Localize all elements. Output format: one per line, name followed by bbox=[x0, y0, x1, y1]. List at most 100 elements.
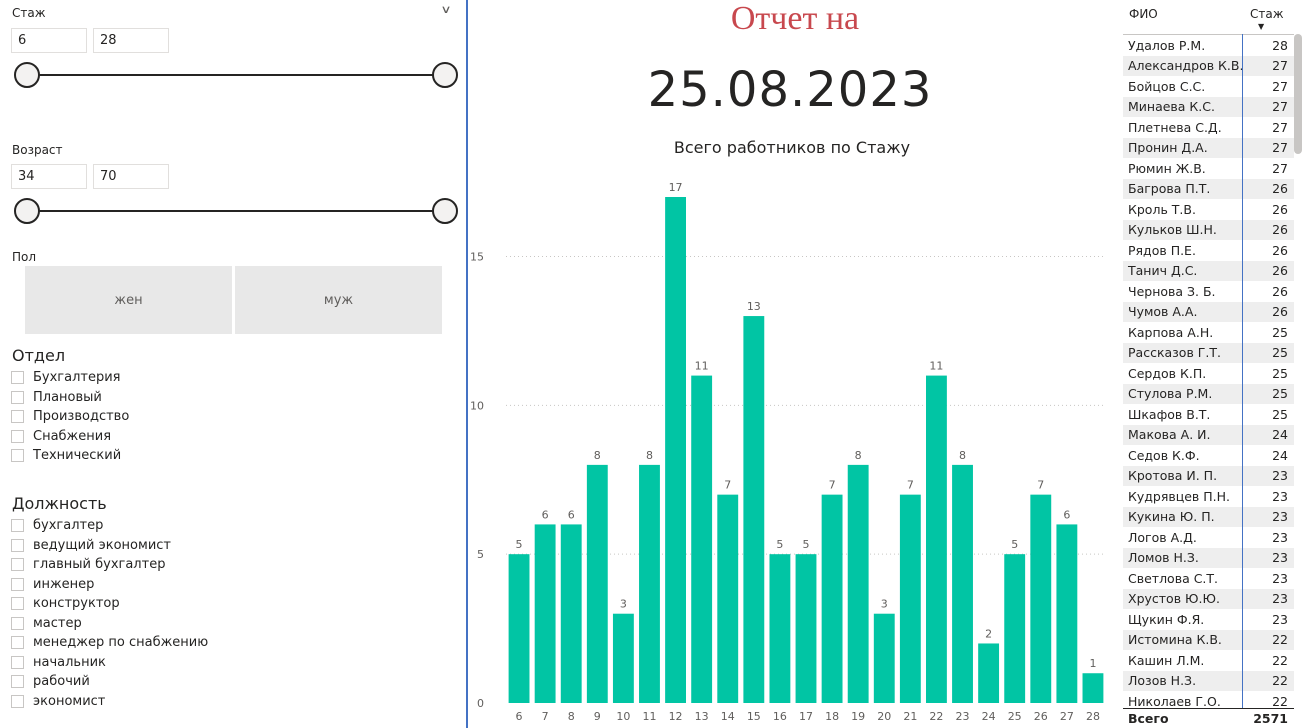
otdel-item[interactable]: Производство bbox=[11, 407, 129, 427]
table-row[interactable]: Пронин Д.А. 27 bbox=[1123, 137, 1294, 158]
checkbox[interactable] bbox=[11, 694, 24, 708]
vozrast-min-input[interactable]: 34 bbox=[11, 164, 87, 189]
bar[interactable] bbox=[978, 643, 1000, 703]
dolzhnost-item[interactable]: ведущий экономист bbox=[11, 536, 208, 556]
table-row[interactable]: Чернова З. Б. 26 bbox=[1123, 281, 1294, 302]
table-row[interactable]: Седов К.Ф. 24 bbox=[1123, 445, 1294, 466]
table-row[interactable]: Макова А. И. 24 bbox=[1123, 424, 1294, 445]
vozrast-slider-track[interactable] bbox=[26, 210, 446, 212]
dolzhnost-item[interactable]: мастер bbox=[11, 614, 208, 634]
bar[interactable] bbox=[1004, 554, 1026, 703]
dolzhnost-item[interactable]: рабочий bbox=[11, 672, 208, 692]
checkbox[interactable] bbox=[11, 410, 24, 424]
table-row[interactable]: Кашин Л.М. 22 bbox=[1123, 650, 1294, 671]
checkbox[interactable] bbox=[11, 371, 24, 385]
checkbox[interactable] bbox=[11, 449, 24, 463]
bar[interactable] bbox=[508, 554, 530, 703]
table-row[interactable]: Стулова Р.М. 25 bbox=[1123, 383, 1294, 404]
table-row[interactable]: Удалов Р.М. 28 bbox=[1123, 35, 1294, 56]
bar[interactable] bbox=[691, 375, 713, 703]
bar[interactable] bbox=[639, 464, 660, 703]
bar[interactable] bbox=[586, 464, 608, 703]
bar[interactable] bbox=[952, 464, 973, 703]
bar[interactable] bbox=[612, 613, 634, 703]
bar[interactable] bbox=[1030, 494, 1052, 703]
bar[interactable] bbox=[821, 494, 843, 703]
checkbox[interactable] bbox=[11, 616, 24, 630]
table-row[interactable]: Сердов К.П. 25 bbox=[1123, 363, 1294, 384]
table-row[interactable]: Танич Д.С. 26 bbox=[1123, 260, 1294, 281]
table-row[interactable]: Кротова И. П. 23 bbox=[1123, 465, 1294, 486]
bar[interactable] bbox=[795, 554, 817, 703]
table-row[interactable]: Кроль Т.В. 26 bbox=[1123, 199, 1294, 220]
table-row[interactable]: Бойцов С.С. 27 bbox=[1123, 76, 1294, 97]
bar[interactable] bbox=[847, 464, 869, 703]
table-row[interactable]: Щукин Ф.Я. 23 bbox=[1123, 609, 1294, 630]
table-row[interactable]: Рассказов Г.Т. 25 bbox=[1123, 342, 1294, 363]
table-row[interactable]: Чумов А.А. 26 bbox=[1123, 301, 1294, 322]
pol-tile-female[interactable]: жен bbox=[25, 266, 232, 334]
bar[interactable] bbox=[717, 494, 739, 703]
pol-tile-male[interactable]: муж bbox=[235, 266, 442, 334]
dolzhnost-item[interactable]: начальник bbox=[11, 653, 208, 673]
table-row[interactable]: Карпова А.Н. 25 bbox=[1123, 322, 1294, 343]
checkbox[interactable] bbox=[11, 538, 24, 552]
table-row[interactable]: Александров К.В. 27 bbox=[1123, 55, 1294, 76]
checkbox[interactable] bbox=[11, 519, 24, 533]
dolzhnost-item[interactable]: главный бухгалтер bbox=[11, 555, 208, 575]
dolzhnost-item[interactable]: инженер bbox=[11, 575, 208, 595]
bar[interactable] bbox=[899, 494, 921, 703]
checkbox[interactable] bbox=[11, 675, 24, 689]
bar[interactable] bbox=[769, 554, 791, 703]
table-row[interactable]: Логов А.Д. 23 bbox=[1123, 527, 1294, 548]
checkbox[interactable] bbox=[11, 558, 24, 572]
checkbox[interactable] bbox=[11, 577, 24, 591]
table-row[interactable]: Рядов П.Е. 26 bbox=[1123, 240, 1294, 261]
checkbox[interactable] bbox=[11, 655, 24, 669]
table-row[interactable]: Истомина К.В. 22 bbox=[1123, 629, 1294, 650]
stazh-max-input[interactable]: 28 bbox=[93, 28, 169, 53]
bar[interactable] bbox=[926, 375, 947, 703]
dolzhnost-item[interactable]: конструктор bbox=[11, 594, 208, 614]
table-row[interactable]: Кульков Ш.Н. 26 bbox=[1123, 219, 1294, 240]
bar[interactable] bbox=[534, 524, 556, 703]
table-row[interactable]: Хрустов Ю.Ю. 23 bbox=[1123, 588, 1294, 609]
stazh-slider-max-handle[interactable] bbox=[432, 62, 458, 88]
checkbox[interactable] bbox=[11, 429, 24, 443]
sort-descending-icon[interactable]: ▼ bbox=[1258, 22, 1264, 31]
stazh-slider-track[interactable] bbox=[26, 74, 446, 76]
column-header-stazh[interactable]: Стаж bbox=[1250, 7, 1284, 21]
table-row[interactable]: Николаев Г.О. 22 bbox=[1123, 691, 1294, 708]
checkbox[interactable] bbox=[11, 597, 24, 611]
vozrast-slider-min-handle[interactable] bbox=[14, 198, 40, 224]
otdel-item[interactable]: Снабжения bbox=[11, 427, 129, 447]
table-row[interactable]: Минаева К.С. 27 bbox=[1123, 96, 1294, 117]
vozrast-slider-max-handle[interactable] bbox=[432, 198, 458, 224]
table-row[interactable]: Шкафов В.Т. 25 bbox=[1123, 404, 1294, 425]
bar[interactable] bbox=[873, 613, 895, 703]
dolzhnost-item[interactable]: бухгалтер bbox=[11, 516, 208, 536]
stazh-min-input[interactable]: 6 bbox=[11, 28, 87, 53]
table-scrollbar[interactable] bbox=[1294, 34, 1302, 154]
table-row[interactable]: Кудрявцев П.Н. 23 bbox=[1123, 486, 1294, 507]
vozrast-max-input[interactable]: 70 bbox=[93, 164, 169, 189]
otdel-item[interactable]: Плановый bbox=[11, 388, 129, 408]
table-row[interactable]: Багрова П.Т. 26 bbox=[1123, 178, 1294, 199]
bar[interactable] bbox=[560, 524, 582, 703]
otdel-item[interactable]: Технический bbox=[11, 446, 129, 466]
bar[interactable] bbox=[743, 316, 765, 703]
table-row[interactable]: Ломов Н.З. 23 bbox=[1123, 547, 1294, 568]
chevron-down-icon[interactable]: ∨ bbox=[440, 3, 451, 16]
bar[interactable] bbox=[1056, 524, 1078, 703]
dolzhnost-item[interactable]: экономист bbox=[11, 692, 208, 712]
table-row[interactable]: Светлова С.Т. 23 bbox=[1123, 568, 1294, 589]
otdel-item[interactable]: Бухгалтерия bbox=[11, 368, 129, 388]
table-row[interactable]: Плетнева С.Д. 27 bbox=[1123, 117, 1294, 138]
dolzhnost-item[interactable]: менеджер по снабжению bbox=[11, 633, 208, 653]
column-header-fio[interactable]: ФИО bbox=[1129, 7, 1158, 21]
stazh-slider-min-handle[interactable] bbox=[14, 62, 40, 88]
bar[interactable] bbox=[665, 197, 686, 703]
checkbox[interactable] bbox=[11, 636, 24, 650]
bar[interactable] bbox=[1082, 673, 1104, 703]
table-row[interactable]: Рюмин Ж.В. 27 bbox=[1123, 158, 1294, 179]
